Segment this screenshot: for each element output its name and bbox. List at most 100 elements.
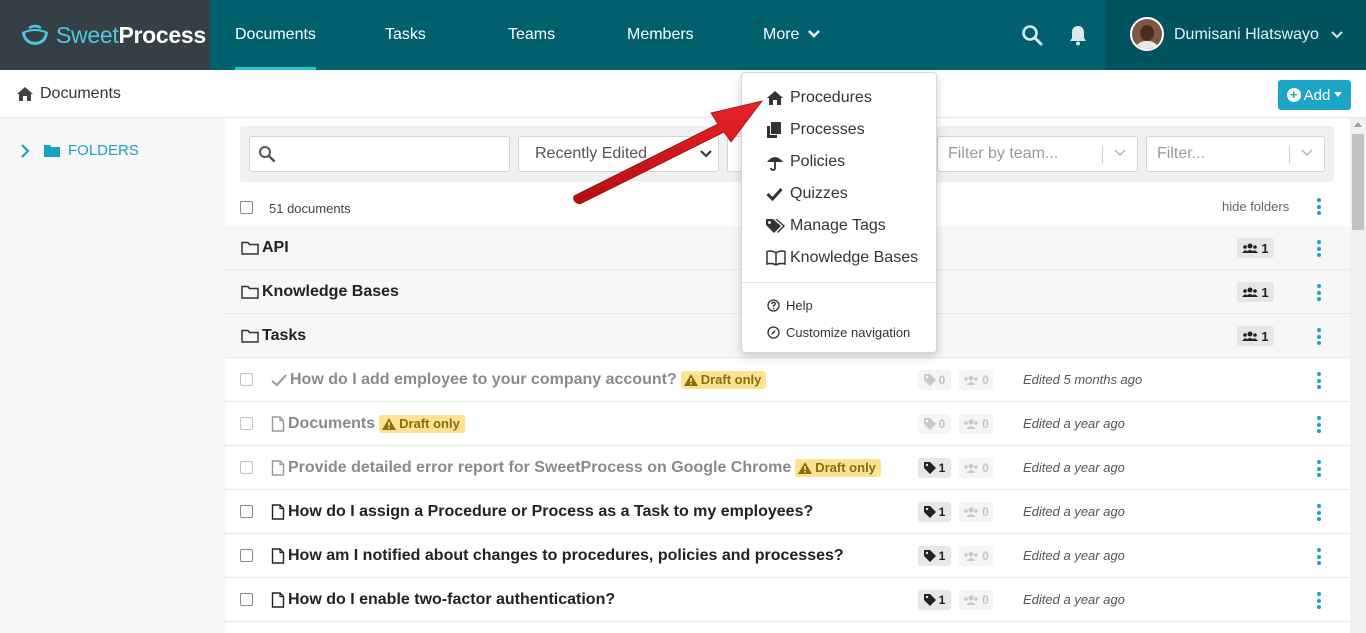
- table-row[interactable]: How do I enable two-factor authenticatio…: [225, 578, 1350, 622]
- row-options-icon[interactable]: [1317, 328, 1321, 348]
- tag-count: 1: [918, 502, 951, 522]
- member-count: 0: [959, 502, 993, 522]
- row-options-icon[interactable]: [1317, 416, 1321, 436]
- menu-item-manage-tags[interactable]: Manage Tags: [766, 214, 886, 238]
- chevron-down-icon: [1301, 149, 1313, 157]
- folder-name: API: [262, 239, 289, 256]
- member-count: 0: [959, 414, 993, 434]
- search-icon[interactable]: [1021, 24, 1043, 46]
- document-title[interactable]: Provide detailed error report for SweetP…: [288, 446, 791, 490]
- brand-logo[interactable]: SweetProcess: [0, 0, 210, 70]
- file-icon: [271, 548, 285, 564]
- search-input[interactable]: [249, 136, 510, 172]
- row-options-icon[interactable]: [1317, 460, 1321, 480]
- team-filter-select[interactable]: Filter by team...: [937, 136, 1138, 172]
- member-count: 0: [959, 546, 993, 566]
- document-title[interactable]: Documents: [288, 402, 375, 446]
- document-title[interactable]: How do I assign a Procedure or Process a…: [288, 490, 813, 534]
- menu-item-knowledge-bases[interactable]: Knowledge Bases: [766, 246, 918, 270]
- tag-icon: [923, 418, 936, 430]
- table-row[interactable]: How do I add employee to your company ac…: [225, 358, 1350, 402]
- tag-count: 1: [918, 590, 951, 610]
- file-icon: [271, 460, 285, 476]
- user-menu[interactable]: Dumisani Hlatswayo: [1106, 0, 1366, 70]
- row-options-icon[interactable]: [1317, 548, 1321, 568]
- menu-item-policies[interactable]: Policies: [766, 150, 845, 174]
- row-checkbox[interactable]: [240, 373, 253, 386]
- users-icon: [964, 375, 978, 385]
- tag-count: 0: [918, 370, 951, 390]
- users-icon: [964, 551, 978, 561]
- caret-down-icon: [1334, 92, 1343, 97]
- menu-item-customize-navigation[interactable]: Customize navigation: [767, 320, 910, 344]
- users-icon: [1242, 243, 1259, 253]
- folder-sidebar: FOLDERS: [0, 118, 225, 633]
- menu-item-quizzes[interactable]: Quizzes: [766, 182, 848, 206]
- row-options-icon[interactable]: [1317, 372, 1321, 392]
- tags-icon: [766, 219, 785, 233]
- tag-count: 1: [918, 546, 951, 566]
- member-count: 0: [959, 590, 993, 610]
- bell-icon[interactable]: [1068, 24, 1088, 46]
- check-icon: [766, 187, 783, 201]
- row-options-icon[interactable]: [1317, 592, 1321, 612]
- table-row[interactable]: How am I notified about changes to proce…: [225, 534, 1350, 578]
- select-all-checkbox[interactable]: [240, 201, 253, 214]
- home-icon: [17, 87, 33, 101]
- document-title[interactable]: How do I add employee to your company ac…: [290, 358, 677, 402]
- member-count: 0: [959, 458, 993, 478]
- tag-count: 0: [918, 414, 951, 434]
- row-checkbox[interactable]: [240, 417, 253, 430]
- table-row[interactable]: Provide detailed error report for SweetP…: [225, 446, 1350, 490]
- folder-outline-icon: [241, 285, 259, 299]
- warning-icon: [798, 462, 813, 474]
- nav-more[interactable]: More: [763, 0, 820, 70]
- row-checkbox[interactable]: [240, 505, 253, 518]
- member-count: 0: [959, 370, 993, 390]
- row-checkbox[interactable]: [240, 461, 253, 474]
- draft-badge: Draft only: [680, 371, 767, 389]
- add-button[interactable]: + Add: [1278, 80, 1351, 110]
- menu-divider: [742, 282, 936, 283]
- table-row[interactable]: Documents Draft only 0 0 Edited a year a…: [225, 402, 1350, 446]
- menu-item-help[interactable]: Help: [767, 293, 813, 317]
- row-checkbox[interactable]: [240, 549, 253, 562]
- users-icon: [1242, 287, 1259, 297]
- nav-documents[interactable]: Documents: [235, 0, 316, 70]
- tag-filter-select[interactable]: [727, 136, 741, 172]
- row-options-icon[interactable]: [1317, 504, 1321, 524]
- document-title[interactable]: How am I notified about changes to proce…: [288, 534, 844, 578]
- document-title[interactable]: How do I enable two-factor authenticatio…: [288, 578, 615, 622]
- list-options-icon[interactable]: [1317, 198, 1321, 218]
- sort-select[interactable]: Recently Edited: [518, 136, 719, 172]
- umbrella-icon: [767, 156, 783, 171]
- hide-folders-link[interactable]: hide folders: [1222, 199, 1289, 214]
- tag-icon: [923, 506, 936, 518]
- scrollbar[interactable]: [1350, 118, 1366, 633]
- folders-tree-toggle[interactable]: FOLDERS: [20, 142, 139, 159]
- draft-badge: Draft only: [795, 459, 881, 477]
- warning-icon: [382, 418, 397, 430]
- team-count-badge: 1: [1237, 326, 1274, 346]
- table-row[interactable]: How do I assign a Procedure or Process a…: [225, 490, 1350, 534]
- more-dropdown-menu: Procedures Processes Policies Quizzes Ma…: [741, 72, 937, 353]
- filter-select[interactable]: Filter...: [1146, 136, 1325, 172]
- scroll-up-icon[interactable]: [1354, 122, 1362, 127]
- row-checkbox[interactable]: [240, 593, 253, 606]
- users-icon: [964, 463, 978, 473]
- draft-badge: Draft only: [379, 415, 465, 433]
- users-icon: [964, 507, 978, 517]
- row-options-icon[interactable]: [1317, 284, 1321, 304]
- menu-item-procedures[interactable]: Procedures: [766, 86, 872, 110]
- home-icon: [767, 91, 783, 105]
- nav-members[interactable]: Members: [627, 0, 694, 70]
- breadcrumb: Documents: [16, 70, 121, 118]
- tag-icon: [923, 550, 936, 562]
- tag-count: 1: [918, 458, 951, 478]
- nav-tasks[interactable]: Tasks: [385, 0, 426, 70]
- menu-item-processes[interactable]: Processes: [766, 118, 865, 142]
- nav-teams[interactable]: Teams: [508, 0, 555, 70]
- scroll-thumb[interactable]: [1352, 134, 1364, 230]
- book-open-icon: [766, 250, 786, 266]
- row-options-icon[interactable]: [1317, 240, 1321, 260]
